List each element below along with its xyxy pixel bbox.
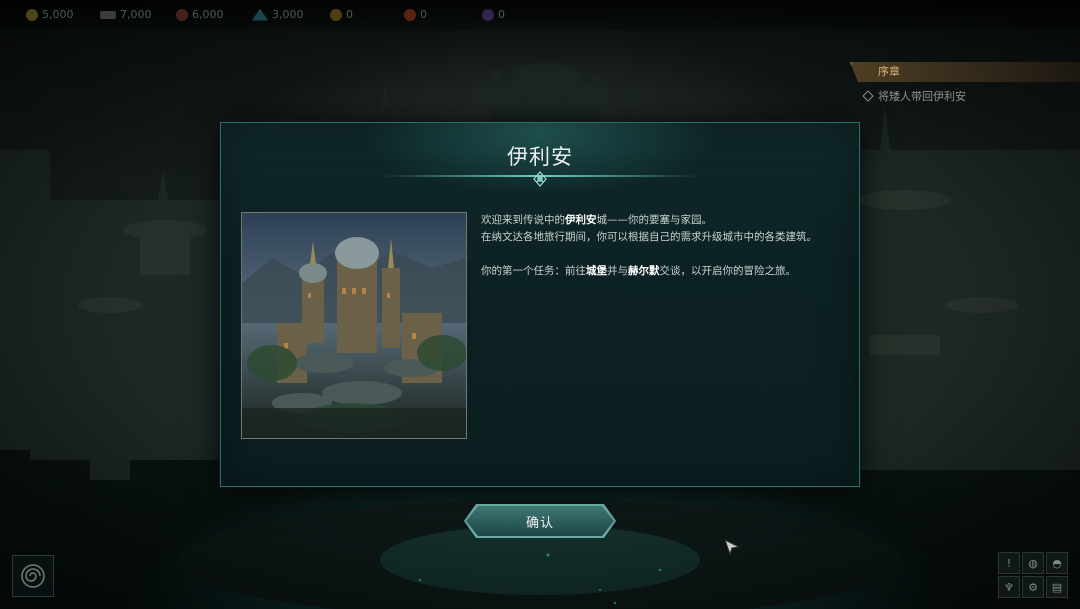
dialog-description: 欢迎来到传说中的伊利安城——你的要塞与家园。 在纳文达各地旅行期间，你可以根据自… xyxy=(481,212,831,280)
resource-value: 3,000 xyxy=(272,8,304,21)
castle-highlight: 城堡 xyxy=(586,265,607,277)
hero-button[interactable]: ◓ xyxy=(1046,552,1068,574)
helmet-icon: ◓ xyxy=(1052,556,1062,570)
npc-name-highlight: 赫尔默 xyxy=(628,265,660,277)
quest-tracker[interactable]: 序章 将矮人带回伊利安 xyxy=(850,62,1080,104)
resource-value: 0 xyxy=(346,8,353,21)
resource-value: 0 xyxy=(498,8,505,21)
spiral-icon xyxy=(21,564,45,588)
gold-icon xyxy=(26,8,38,21)
quest-objective[interactable]: 将矮人带回伊利安 xyxy=(850,88,1080,104)
quest-header: 序章 xyxy=(850,62,1080,82)
resource-gold: 5,000 xyxy=(26,8,74,21)
resource-iron: 7,000 xyxy=(100,8,152,21)
crystal-icon xyxy=(252,8,268,21)
resource-value: 6,000 xyxy=(192,8,224,21)
description-paragraph-2: 在纳文达各地旅行期间，你可以根据自己的需求升级城市中的各类建筑。 xyxy=(481,231,817,243)
faction-icon: ♆ xyxy=(1004,580,1014,594)
text-segment: 你的第一个任务：前往 xyxy=(481,265,586,277)
resource-arcane: 0 xyxy=(482,8,505,21)
alert-button[interactable]: ! xyxy=(998,552,1020,574)
arcane-icon xyxy=(482,8,494,21)
compass-button[interactable] xyxy=(12,555,54,597)
description-paragraph-1: 欢迎来到传说中的伊利安城——你的要塞与家园。 xyxy=(481,212,831,229)
resource-bar: 5,000 7,000 6,000 3,000 0 0 0 xyxy=(0,0,1080,30)
save-icon: ▤ xyxy=(1051,580,1063,594)
confirm-button[interactable]: 确认 xyxy=(466,506,614,536)
text-segment: 交谈，以开启你的冒险之旅。 xyxy=(659,265,797,277)
world-map-button[interactable]: ◍ xyxy=(1022,552,1044,574)
resource-ore: 6,000 xyxy=(176,8,224,21)
fire-gem-icon xyxy=(404,8,416,21)
resource-fire-gem: 0 xyxy=(404,8,427,21)
text-segment: 并与 xyxy=(607,265,628,277)
text-segment: 欢迎来到传说中的 xyxy=(481,214,565,226)
resource-coin: 0 xyxy=(330,8,353,21)
city-artwork xyxy=(241,212,467,439)
diamond-icon xyxy=(862,90,874,102)
city-intro-dialog: 伊利安 欢迎来到传说中的伊利安城——你的要塞与家园。 在纳文达各地旅行期间，你可… xyxy=(220,122,860,487)
text-segment: 城——你的要塞与家园。 xyxy=(596,214,713,226)
faction-button[interactable]: ♆ xyxy=(998,576,1020,598)
coin-icon xyxy=(330,8,342,21)
globe-icon: ◍ xyxy=(1028,556,1038,570)
resource-value: 5,000 xyxy=(42,8,74,21)
settings-button[interactable]: ⚙ xyxy=(1022,576,1044,598)
resource-value: 0 xyxy=(420,8,427,21)
description-paragraph-3: 你的第一个任务：前往城堡并与赫尔默交谈，以开启你的冒险之旅。 xyxy=(481,263,831,280)
resource-crystal: 3,000 xyxy=(252,8,304,21)
alert-icon: ! xyxy=(1006,556,1012,570)
settings-icon: ⚙ xyxy=(1028,580,1038,594)
city-name-highlight: 伊利安 xyxy=(565,214,597,226)
save-button[interactable]: ▤ xyxy=(1046,576,1068,598)
mouse-cursor-icon xyxy=(724,538,741,556)
resource-value: 7,000 xyxy=(120,8,152,21)
quest-objective-label: 将矮人带回伊利安 xyxy=(878,90,966,103)
knot-ornament-icon xyxy=(533,171,547,187)
dialog-title: 伊利安 xyxy=(507,145,573,169)
iron-icon xyxy=(100,10,116,19)
ore-icon xyxy=(176,8,188,21)
